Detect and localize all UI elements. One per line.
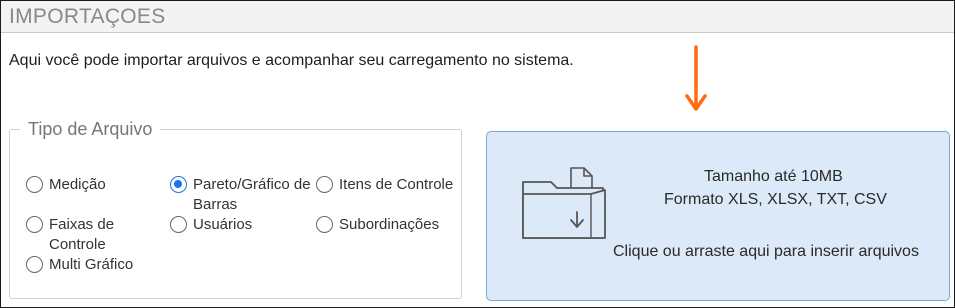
radio-faixas-de-controle[interactable] bbox=[26, 216, 43, 233]
size-limit-text: Tamanho até 10MB bbox=[704, 168, 843, 185]
option-label: Itens de Controle bbox=[339, 176, 454, 193]
option-label: Medição bbox=[49, 176, 106, 193]
imports-panel: IMPORTAÇOES Aqui você pode importar arqu… bbox=[0, 0, 955, 308]
option-usuarios[interactable]: Usuários bbox=[170, 215, 252, 235]
page-description: Aqui você pode importar arquivos e acomp… bbox=[9, 52, 574, 69]
radio-subordinacoes[interactable] bbox=[316, 216, 333, 233]
option-medicao[interactable]: Medição bbox=[26, 175, 106, 195]
option-label: Subordinações bbox=[339, 216, 440, 233]
option-label: Pareto/Gráfico de Barras bbox=[193, 176, 311, 213]
radio-pareto-grafico-barras[interactable] bbox=[170, 176, 187, 193]
file-dropzone[interactable]: Tamanho até 10MB Formato XLS, XLSX, TXT,… bbox=[486, 131, 950, 301]
folder-download-icon bbox=[522, 167, 606, 239]
option-pareto-grafico-barras[interactable]: Pareto/Gráfico de Barras bbox=[170, 175, 318, 215]
radio-multi-grafico[interactable] bbox=[26, 256, 43, 273]
file-type-legend: Tipo de Arquivo bbox=[28, 119, 153, 139]
page-title: IMPORTAÇOES bbox=[9, 5, 166, 28]
radio-itens-de-controle[interactable] bbox=[316, 176, 333, 193]
dropzone-instruction: Clique ou arraste aqui para inserir arqu… bbox=[613, 243, 919, 260]
option-subordinacoes[interactable]: Subordinações bbox=[316, 215, 439, 235]
option-label: Multi Gráfico bbox=[49, 256, 134, 273]
option-multi-grafico[interactable]: Multi Gráfico bbox=[26, 255, 133, 275]
radio-medicao[interactable] bbox=[26, 176, 43, 193]
option-faixas-de-controle[interactable]: Faixas de Controle bbox=[26, 215, 126, 255]
option-label: Faixas de Controle bbox=[49, 216, 115, 253]
radio-usuarios[interactable] bbox=[170, 216, 187, 233]
arrow-down-icon bbox=[685, 45, 707, 111]
option-itens-de-controle[interactable]: Itens de Controle bbox=[316, 175, 453, 195]
option-label: Usuários bbox=[193, 216, 253, 233]
formats-text: Formato XLS, XLSX, TXT, CSV bbox=[664, 191, 887, 208]
panel-header: IMPORTAÇOES bbox=[1, 1, 954, 33]
